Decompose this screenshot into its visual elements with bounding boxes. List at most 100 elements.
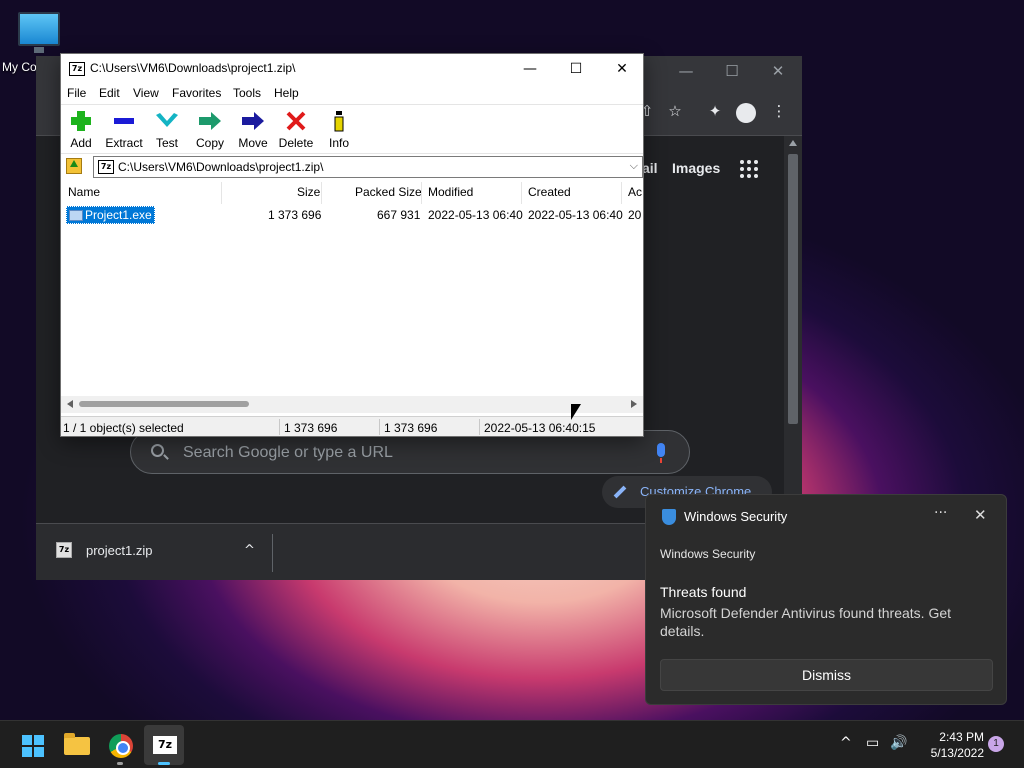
test-button[interactable]: Test <box>145 108 189 152</box>
table-row[interactable]: Project1.exe 1 373 696 667 931 2022-05-1… <box>61 205 643 225</box>
folder-icon <box>64 733 90 755</box>
chrome-maximize-button[interactable]: ☐ <box>712 60 752 82</box>
download-filename: project1.zip <box>86 543 153 558</box>
scroll-left-arrow-icon[interactable] <box>67 400 73 408</box>
7zip-titlebar[interactable]: 7z C:\Users\VM6\Downloads\project1.zip\ … <box>61 54 643 84</box>
add-label: Add <box>70 136 92 150</box>
column-accessed[interactable]: Ac <box>628 185 642 199</box>
pencil-icon <box>613 485 627 499</box>
file-modified: 2022-05-13 06:40 <box>428 208 523 222</box>
chrome-minimize-button[interactable]: — <box>666 60 706 82</box>
bookmark-star-icon[interactable]: ☆ <box>664 100 686 122</box>
column-packed-size[interactable]: Packed Size <box>355 185 422 199</box>
shield-icon <box>662 509 676 525</box>
menu-view[interactable]: View <box>133 86 159 100</box>
info-label: Info <box>328 136 349 150</box>
info-button[interactable]: Info <box>317 108 361 152</box>
scroll-right-arrow-icon[interactable] <box>631 400 637 408</box>
plus-icon <box>71 111 91 131</box>
column-divider[interactable] <box>321 182 322 204</box>
7zip-window: 7z C:\Users\VM6\Downloads\project1.zip\ … <box>60 53 644 437</box>
file-packed-size: 667 931 <box>377 208 421 222</box>
extensions-icon[interactable]: ✦ <box>704 100 726 122</box>
chevron-up-icon[interactable]: ^ <box>244 543 255 558</box>
address-text: C:\Users\VM6\Downloads\project1.zip\ <box>118 160 324 174</box>
show-hidden-icons-chevron-icon[interactable]: ^ <box>840 735 852 751</box>
ntp-images-link[interactable]: Images <box>672 160 720 176</box>
scrollbar-thumb[interactable] <box>788 154 798 424</box>
profile-avatar[interactable] <box>736 103 756 123</box>
scroll-up-arrow-icon[interactable] <box>789 140 797 146</box>
archive-icon: 7z <box>98 160 114 174</box>
close-button[interactable]: ✕ <box>599 58 645 80</box>
menu-edit[interactable]: Edit <box>99 86 120 100</box>
volume-icon[interactable]: 🔊 <box>890 735 907 751</box>
close-icon[interactable]: ✕ <box>974 506 987 524</box>
menu-favorites[interactable]: Favorites <box>172 86 221 100</box>
status-selection: 1 / 1 object(s) selected <box>63 421 184 435</box>
notification-count-badge[interactable]: 1 <box>988 736 1004 752</box>
menu-file[interactable]: File <box>67 86 86 100</box>
microphone-icon[interactable] <box>657 443 665 463</box>
copy-label: Copy <box>195 136 224 150</box>
clock-date: 5/13/2022 <box>930 746 984 760</box>
taskbar-file-explorer[interactable] <box>56 725 96 765</box>
column-header: Name Size Packed Size Modified Created A… <box>61 182 643 204</box>
start-button[interactable] <box>12 725 52 765</box>
search-placeholder: Search Google or type a URL <box>183 444 393 461</box>
exe-file-icon <box>69 210 83 221</box>
delete-button[interactable]: Delete <box>274 108 318 152</box>
status-date: 2022-05-13 06:40:15 <box>484 421 596 435</box>
extract-button[interactable]: Extract <box>102 108 146 152</box>
move-button[interactable]: Move <box>231 108 275 152</box>
delete-label: Delete <box>278 136 314 150</box>
status-size: 1 373 696 <box>284 421 338 435</box>
chrome-close-button[interactable]: ✕ <box>758 60 798 82</box>
copy-button[interactable]: Copy <box>188 108 232 152</box>
taskbar-chrome[interactable] <box>100 725 140 765</box>
more-options-icon[interactable]: ··· <box>934 505 947 521</box>
menu-help[interactable]: Help <box>274 86 299 100</box>
column-divider[interactable] <box>221 182 222 204</box>
dismiss-button[interactable]: Dismiss <box>660 659 993 691</box>
column-divider[interactable] <box>521 182 522 204</box>
column-divider[interactable] <box>621 182 622 204</box>
column-modified[interactable]: Modified <box>428 185 473 199</box>
delete-x-icon <box>286 111 306 131</box>
file-size: 1 373 696 <box>268 208 322 222</box>
copy-arrow-icon <box>199 112 221 130</box>
selected-file-name[interactable]: Project1.exe <box>66 206 155 224</box>
desktop-icon-label: My Co <box>2 60 37 74</box>
folder-up-icon[interactable] <box>66 158 82 174</box>
address-combobox[interactable]: 7z C:\Users\VM6\Downloads\project1.zip\ … <box>93 156 643 178</box>
status-bar: 1 / 1 object(s) selected 1 373 696 1 373… <box>61 416 643 436</box>
scrollbar-thumb[interactable] <box>79 401 249 407</box>
chevron-down-icon[interactable]: ⌵ <box>630 159 638 173</box>
download-item[interactable]: 7z project1.zip ^ <box>56 540 256 566</box>
minimize-button[interactable]: — <box>507 58 553 80</box>
windows-security-notification[interactable]: Windows Security ··· ✕ Windows Security … <box>645 494 1007 705</box>
horizontal-scrollbar[interactable] <box>61 396 643 413</box>
ntp-gmail-link[interactable]: ail <box>642 160 658 176</box>
column-size[interactable]: Size <box>297 185 320 199</box>
add-button[interactable]: Add <box>59 108 103 152</box>
status-divider <box>479 419 480 435</box>
address-bar: 7z C:\Users\VM6\Downloads\project1.zip\ … <box>61 154 643 180</box>
7zip-toolbar: Add Extract Test Copy Move Delete Info <box>61 104 643 154</box>
column-name[interactable]: Name <box>68 185 100 199</box>
google-apps-icon[interactable] <box>740 160 758 178</box>
menu-tools[interactable]: Tools <box>233 86 261 100</box>
clock[interactable]: 2:43 PM 5/13/2022 <box>914 729 984 761</box>
taskbar-7zip[interactable]: 7z <box>144 725 184 765</box>
running-indicator <box>117 762 123 765</box>
file-created: 2022-05-13 06:40 <box>528 208 623 222</box>
chrome-menu-icon[interactable]: ⋮ <box>768 100 790 122</box>
maximize-button[interactable]: ☐ <box>553 58 599 80</box>
network-icon[interactable]: ▭ <box>866 735 879 751</box>
column-divider[interactable] <box>421 182 422 204</box>
column-created[interactable]: Created <box>528 185 571 199</box>
status-divider <box>379 419 380 435</box>
search-icon <box>151 444 164 457</box>
mouse-cursor <box>571 404 581 420</box>
move-label: Move <box>238 136 268 150</box>
